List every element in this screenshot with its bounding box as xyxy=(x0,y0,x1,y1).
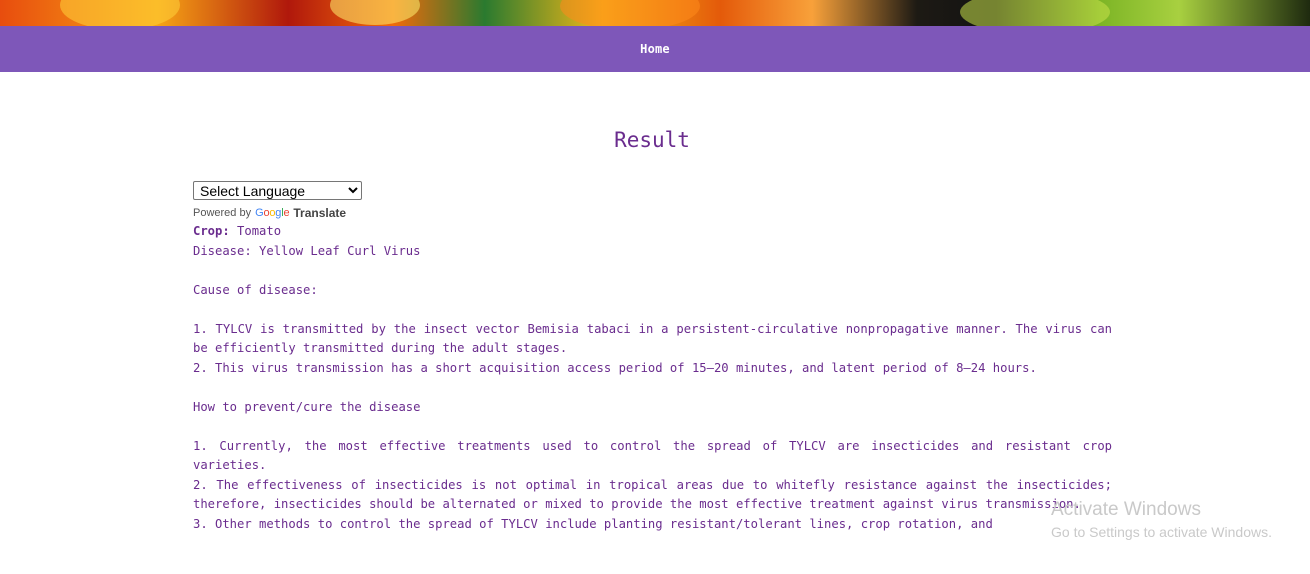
prevention-item: 2. The effectiveness of insecticides is … xyxy=(193,477,1112,512)
google-logo-icon: Google xyxy=(255,207,290,219)
cause-item: 1. TYLCV is transmitted by the insect ve… xyxy=(193,321,1112,356)
page-title: Result xyxy=(614,128,690,152)
cause-item: 2. This virus transmission has a short a… xyxy=(193,360,1037,375)
translate-link[interactable]: Translate xyxy=(293,206,346,220)
crop-label: Crop: xyxy=(193,224,230,238)
language-select[interactable]: Select Language xyxy=(193,181,362,200)
prevention-item: 3. Other methods to control the spread o… xyxy=(193,516,993,531)
prevention-item: 1. Currently, the most effective treatme… xyxy=(193,438,1112,473)
banner-petal xyxy=(330,0,420,25)
disease-line: Disease: Yellow Leaf Curl Virus xyxy=(193,243,421,258)
cause-heading: Cause of disease: xyxy=(193,282,318,297)
banner-petal xyxy=(960,0,1110,26)
crop-value: Tomato xyxy=(237,224,282,238)
banner-petal xyxy=(60,0,180,26)
google-translate-attribution: Powered by Google Translate xyxy=(193,206,346,220)
prevent-heading: How to prevent/cure the disease xyxy=(193,399,421,414)
banner-petal xyxy=(560,0,700,26)
crop-line: Crop: Tomato xyxy=(193,222,1112,242)
header-banner-image xyxy=(0,0,1310,26)
nav-home-link[interactable]: Home xyxy=(640,42,670,56)
top-navbar: Home xyxy=(0,26,1310,72)
powered-by-text: Powered by xyxy=(193,207,252,219)
result-content: Crop: Tomato Disease: Yellow Leaf Curl V… xyxy=(193,222,1112,534)
